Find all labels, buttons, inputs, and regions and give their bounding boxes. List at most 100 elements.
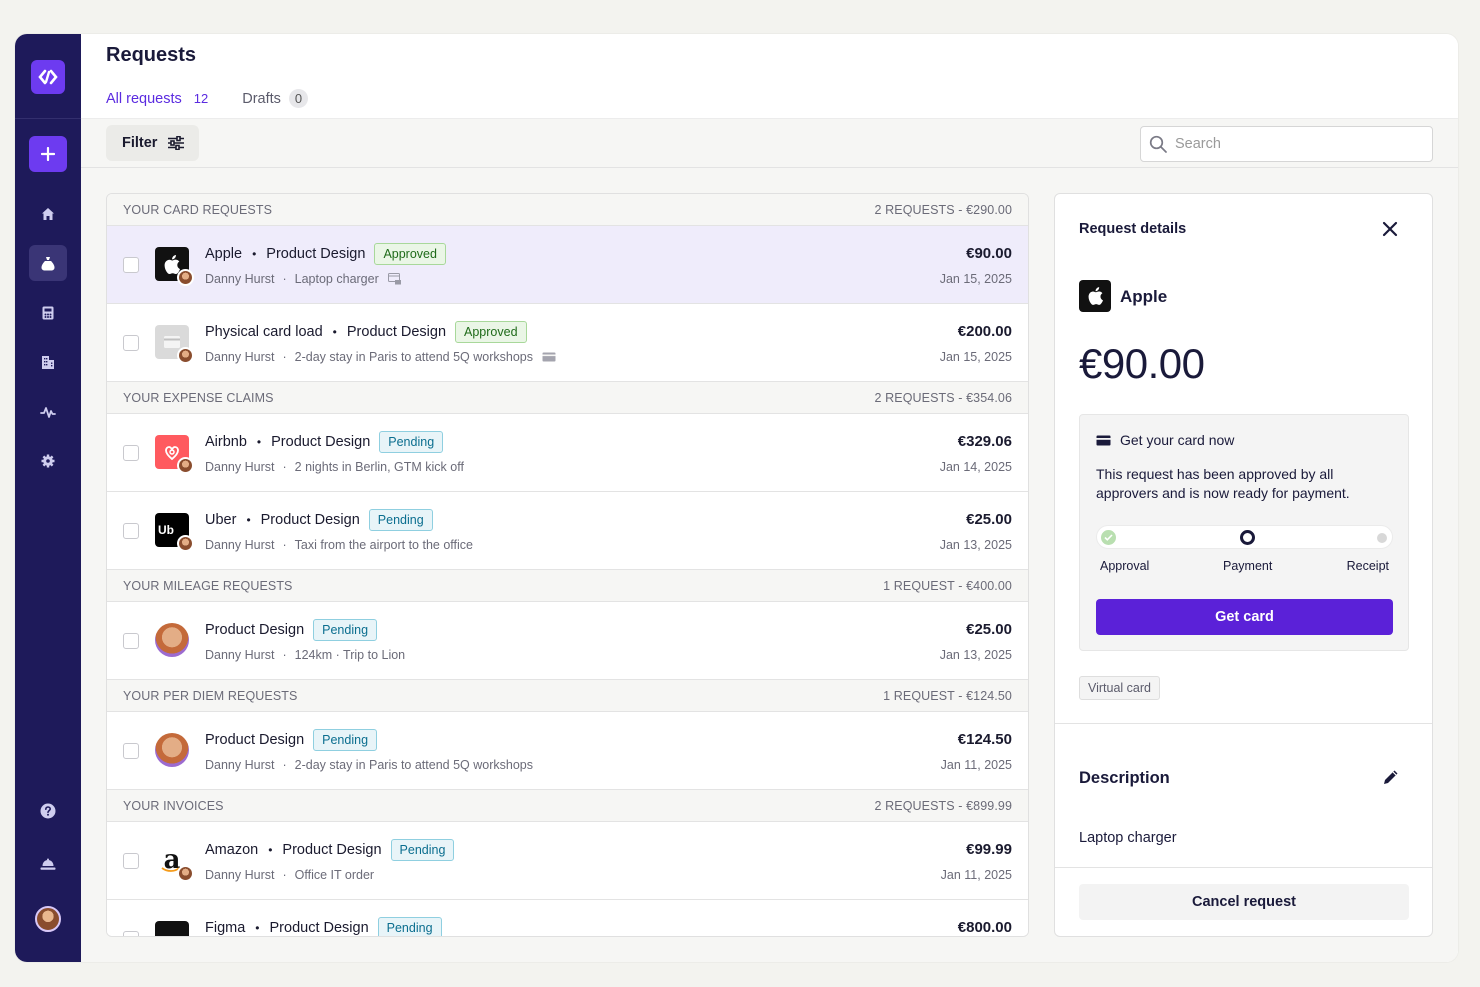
request-note: Taxi from the airport to the office (294, 538, 473, 552)
requester-avatar (177, 457, 194, 474)
apple-logo-icon (155, 247, 194, 286)
table-row[interactable]: Product Design Pending Danny Hurst · 124k… (107, 602, 1028, 680)
status-badge: Pending (368, 509, 433, 531)
separator-dot: · (282, 538, 287, 552)
group-header: YOUR MILEAGE REQUESTS 1 REQUEST - €400.0… (107, 570, 1028, 602)
status-badge: Approved (374, 243, 446, 265)
search-box[interactable] (1140, 126, 1433, 162)
card-icon (1096, 435, 1111, 445)
table-row[interactable]: a Amazon • Product Design Pending Danny … (107, 822, 1028, 900)
group-summary: 2 REQUESTS - €899.99 (874, 798, 1012, 813)
sidebar-item-company[interactable] (29, 344, 67, 380)
row-checkbox[interactable] (123, 931, 139, 936)
get-card-section: Get your card now This request has been … (1079, 414, 1409, 651)
request-date: Jan 11, 2025 (940, 868, 1012, 882)
sidebar-item-notifications[interactable] (29, 847, 67, 883)
sidebar-item-settings[interactable] (29, 443, 67, 479)
filter-button[interactable]: Filter (106, 125, 199, 161)
amount: €25.00 (966, 511, 1012, 528)
table-row[interactable]: Physical card load • Product Design Appr… (107, 304, 1028, 382)
requester-name: Danny Hurst (205, 460, 275, 474)
group-summary: 1 REQUEST - €124.50 (883, 688, 1012, 703)
group-title: YOUR EXPENSE CLAIMS (123, 390, 274, 405)
table-row[interactable]: Apple • Product Design Approved Danny Hu… (107, 226, 1028, 304)
requester-name: Danny Hurst (205, 758, 275, 772)
sidebar-item-calculator[interactable] (29, 295, 67, 331)
step-label: Payment (1223, 559, 1273, 573)
request-date: Jan 13, 2025 (939, 538, 1012, 552)
request-date: Jan 11, 2025 (940, 758, 1012, 772)
row-checkbox[interactable] (123, 257, 139, 273)
sidebar (15, 34, 81, 962)
logo-icon[interactable] (31, 60, 65, 94)
close-icon[interactable] (1381, 220, 1399, 238)
get-card-button[interactable]: Get card (1096, 599, 1393, 635)
divider (1055, 867, 1432, 868)
group-summary: 2 REQUESTS - €354.06 (874, 390, 1012, 405)
check-icon (1101, 530, 1116, 545)
table-row[interactable]: Figma • Product Design Pending €800.00 (107, 900, 1028, 936)
request-note: 2 nights in Berlin, GTM kick off (294, 460, 464, 474)
row-checkbox[interactable] (123, 853, 139, 869)
edit-pencil-icon[interactable] (1381, 767, 1401, 787)
money-bag-icon (41, 256, 55, 270)
group-title: YOUR MILEAGE REQUESTS (123, 578, 293, 593)
requester-avatar (177, 347, 194, 364)
description-heading: Description (1079, 769, 1170, 787)
request-note: Office IT order (294, 868, 375, 882)
user-avatar[interactable] (35, 906, 61, 932)
separator-dot: · (282, 350, 287, 364)
table-row[interactable]: Ub Uber • Product Design Pending Danny H… (107, 492, 1028, 570)
sidebar-item-requests[interactable] (29, 245, 67, 281)
merchant-name: Apple (1120, 287, 1168, 306)
calculator-icon (42, 306, 54, 320)
row-checkbox[interactable] (123, 335, 139, 351)
page-title: Requests (106, 44, 197, 66)
building-icon (42, 356, 54, 369)
sidebar-item-home[interactable] (29, 196, 67, 232)
requester-avatar (155, 623, 189, 657)
separator-dot: · (282, 758, 287, 772)
row-checkbox[interactable] (123, 743, 139, 759)
table-row[interactable]: Product Design Pending Danny Hurst · 2-da… (107, 712, 1028, 790)
tab-all-requests[interactable]: All requests 12 (106, 91, 208, 107)
plus-icon (41, 147, 55, 161)
toolbar: Filter (81, 118, 1458, 168)
sidebar-item-insights[interactable] (29, 394, 67, 430)
merchant-name: Airbnb (205, 434, 247, 450)
add-request-button[interactable] (29, 136, 67, 172)
sidebar-item-help[interactable] (29, 793, 67, 829)
card-description: This request has been approved by all ap… (1096, 466, 1350, 501)
separator-dot: • (252, 247, 257, 261)
row-title: Product Design Pending (205, 729, 378, 751)
requester-avatar (155, 733, 189, 767)
bell-icon (40, 858, 56, 870)
separator-dot: • (255, 921, 260, 935)
sidebar-divider (15, 118, 81, 119)
tab-drafts[interactable]: Drafts 0 (242, 89, 309, 108)
status-badge: Pending (313, 729, 378, 751)
request-date: Jan 13, 2025 (939, 648, 1012, 662)
requester-name: Danny Hurst (205, 868, 275, 882)
row-subtitle: Danny Hurst · 2-day stay in Paris to atte… (205, 758, 533, 772)
row-checkbox[interactable] (123, 523, 139, 539)
tab-label: Drafts (242, 90, 281, 107)
requester-name: Danny Hurst (205, 272, 275, 286)
requester-avatar (177, 535, 194, 552)
sliders-icon (168, 136, 185, 150)
filter-label: Filter (122, 135, 158, 151)
row-title: Airbnb • Product Design Pending (205, 431, 444, 453)
merchant-name: Apple (205, 246, 243, 262)
table-row[interactable]: Airbnb • Product Design Pending Danny Hu… (107, 414, 1028, 492)
separator-dot: · (282, 460, 287, 474)
row-checkbox[interactable] (123, 633, 139, 649)
request-amount: €90.00 (1079, 340, 1205, 387)
cancel-request-button[interactable]: Cancel request (1079, 884, 1409, 920)
search-input[interactable] (1175, 136, 1415, 152)
app-window: Requests All requests 12 Drafts 0 Filter (15, 34, 1458, 962)
apple-logo-icon (1079, 280, 1111, 312)
row-subtitle: Danny Hurst · 2 nights in Berlin, GTM kic… (205, 460, 464, 474)
group-summary: 2 REQUESTS - €290.00 (874, 202, 1012, 217)
row-checkbox[interactable] (123, 445, 139, 461)
category: Product Design (271, 434, 371, 450)
